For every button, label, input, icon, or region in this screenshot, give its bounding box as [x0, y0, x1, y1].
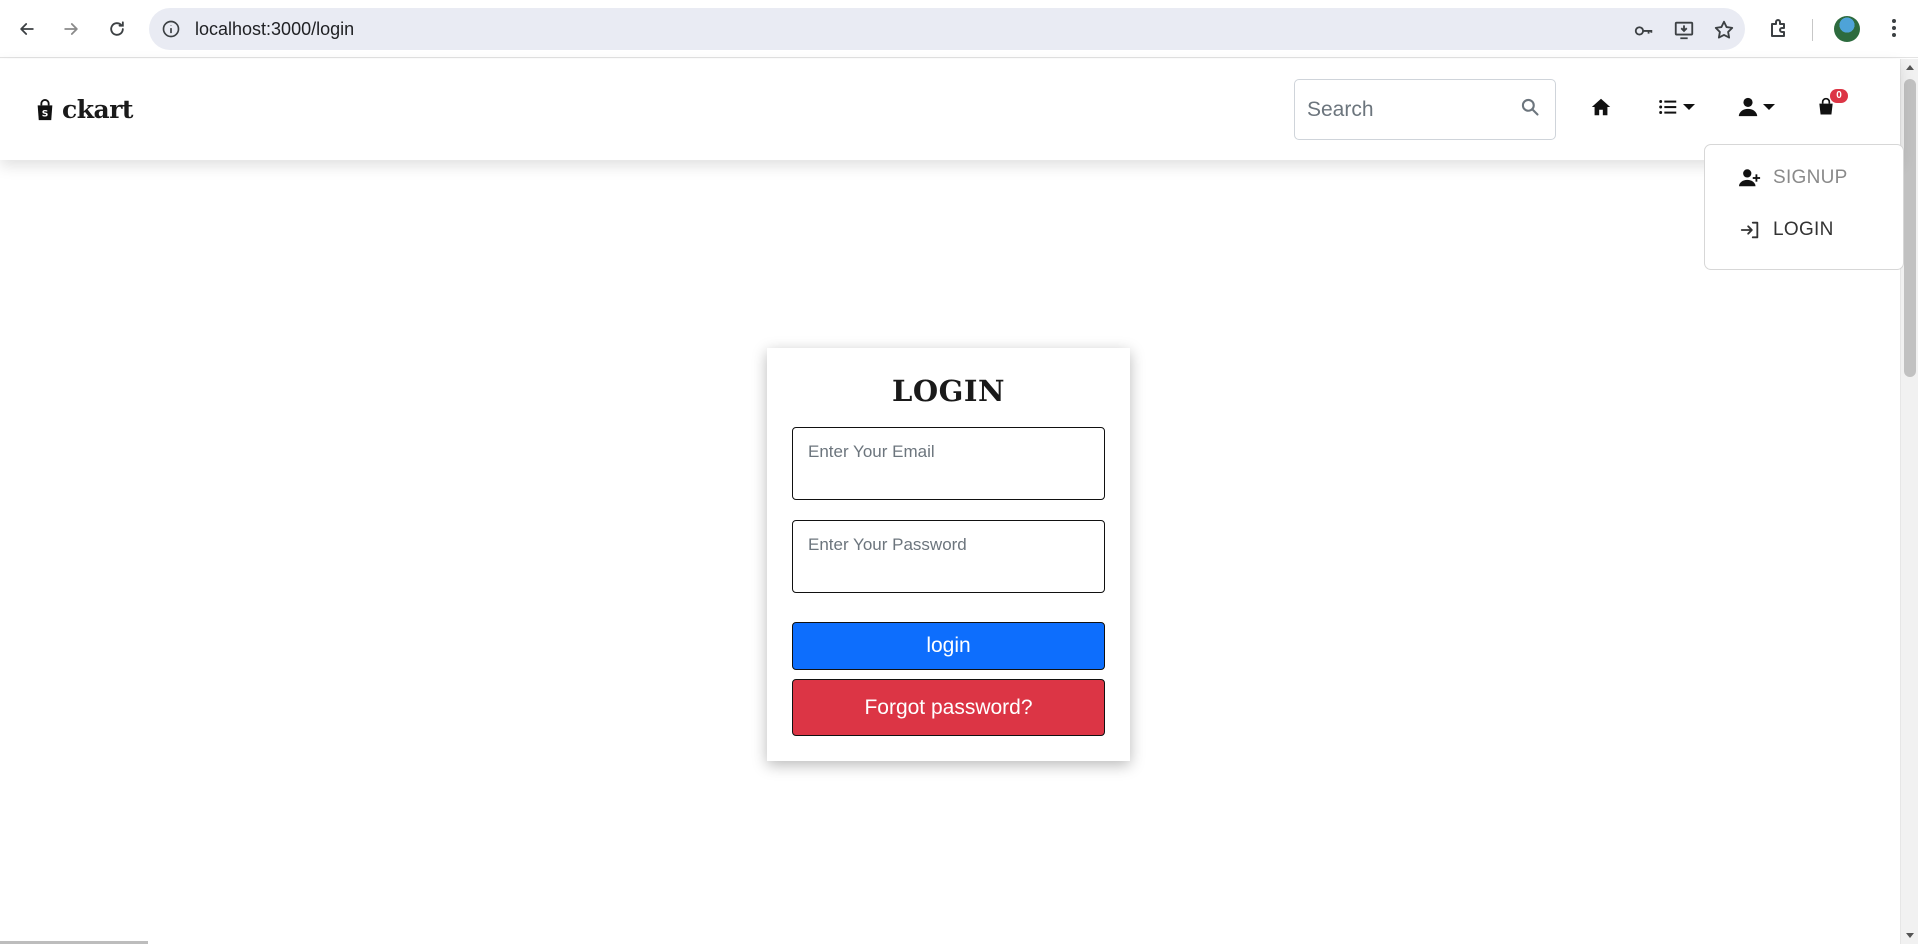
email-input[interactable] — [808, 440, 1088, 464]
dropdown-item-signup[interactable]: SIGNUP — [1739, 167, 1848, 189]
list-icon — [1659, 100, 1677, 114]
home-link[interactable] — [1590, 93, 1612, 121]
login-title: LOGIN — [892, 374, 1005, 408]
sign-in-icon — [1740, 221, 1759, 239]
forgot-password-button[interactable]: Forgot password? — [792, 679, 1105, 736]
dropdown-item-label[interactable]: SIGNUP — [1773, 167, 1848, 189]
search-input[interactable] — [1307, 92, 1507, 128]
login-card: LOGIN login Forgot password? — [767, 348, 1130, 761]
search-field[interactable] — [1294, 79, 1556, 140]
user-dropdown[interactable] — [1737, 93, 1775, 121]
scroll-down-arrow-icon[interactable] — [1906, 933, 1914, 938]
back-icon[interactable] — [12, 14, 42, 44]
brand-name: ckart — [62, 95, 133, 124]
dropdown-item-label[interactable]: LOGIN — [1773, 219, 1834, 241]
search-icon[interactable] — [1520, 97, 1540, 117]
brand-logo[interactable]: S ckart — [34, 95, 133, 124]
url-text[interactable]: localhost:3000/login — [195, 19, 354, 40]
login-button[interactable]: login — [792, 622, 1105, 670]
user-icon — [1738, 97, 1758, 117]
scroll-up-arrow-icon[interactable] — [1906, 65, 1914, 70]
password-key-icon[interactable] — [1633, 19, 1655, 41]
user-dropdown-menu: SIGNUP LOGIN — [1704, 144, 1904, 270]
install-app-icon[interactable] — [1673, 19, 1695, 41]
dropdown-item-login[interactable]: LOGIN — [1739, 219, 1834, 241]
address-bar[interactable]: localhost:3000/login — [149, 8, 1745, 50]
site-info-icon[interactable] — [161, 19, 181, 39]
browser-toolbar: localhost:3000/login — [0, 0, 1918, 58]
reload-icon[interactable] — [102, 14, 132, 44]
cart-link[interactable]: 0 — [1816, 89, 1848, 121]
site-header: S ckart 0 — [0, 59, 1900, 160]
shopping-bag-icon: S — [37, 98, 53, 120]
user-plus-icon — [1739, 169, 1761, 187]
bookmark-star-icon[interactable] — [1713, 19, 1735, 41]
scroll-thumb[interactable] — [1904, 79, 1916, 377]
chevron-down-icon — [1683, 104, 1695, 110]
forward-icon[interactable] — [56, 14, 86, 44]
svg-text:S: S — [42, 108, 49, 119]
home-icon — [1591, 98, 1611, 116]
chevron-down-icon — [1763, 104, 1775, 110]
password-input[interactable] — [808, 533, 1088, 557]
cart-count-badge: 0 — [1830, 89, 1848, 103]
extensions-icon[interactable] — [1768, 16, 1792, 40]
password-field[interactable] — [792, 520, 1105, 593]
toolbar-divider — [1812, 19, 1813, 41]
email-field[interactable] — [792, 427, 1105, 500]
profile-avatar[interactable] — [1834, 16, 1860, 42]
categories-dropdown[interactable] — [1657, 93, 1695, 121]
menu-dots-icon[interactable] — [1882, 16, 1906, 40]
